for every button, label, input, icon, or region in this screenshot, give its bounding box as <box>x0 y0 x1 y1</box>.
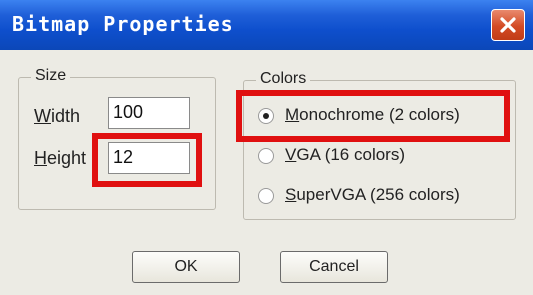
vga-radio[interactable] <box>258 148 274 164</box>
width-label-accel: W <box>34 106 51 126</box>
title-bar[interactable]: Bitmap Properties <box>0 0 533 51</box>
cancel-button[interactable]: Cancel <box>280 251 388 283</box>
bitmap-properties-dialog: Bitmap Properties Size Width 100 Height … <box>0 0 533 295</box>
height-label: Height <box>34 148 86 169</box>
window-title: Bitmap Properties <box>12 12 234 36</box>
close-icon <box>500 17 516 33</box>
vga-accel: V <box>285 145 297 164</box>
width-input[interactable]: 100 <box>108 97 190 129</box>
monochrome-highlight-box <box>236 90 510 142</box>
height-highlight-box <box>92 133 202 187</box>
supervga-rest: uperVGA (256 colors) <box>296 185 460 204</box>
width-label: Width <box>34 106 80 127</box>
colors-legend: Colors <box>256 70 311 88</box>
size-legend: Size <box>31 67 71 85</box>
height-label-rest: eight <box>47 148 87 168</box>
vga-label[interactable]: VGA (16 colors) <box>285 145 405 165</box>
supervga-label[interactable]: SuperVGA (256 colors) <box>285 185 460 205</box>
width-label-rest: idth <box>51 106 81 126</box>
dialog-body: Size Width 100 Height 12 Colors Monochro… <box>0 50 533 295</box>
vga-rest: GA (16 colors) <box>296 145 405 164</box>
ok-button[interactable]: OK <box>132 251 240 283</box>
supervga-radio[interactable] <box>258 188 274 204</box>
close-button[interactable] <box>491 9 525 41</box>
supervga-accel: S <box>285 185 297 204</box>
height-label-accel: H <box>34 148 47 168</box>
